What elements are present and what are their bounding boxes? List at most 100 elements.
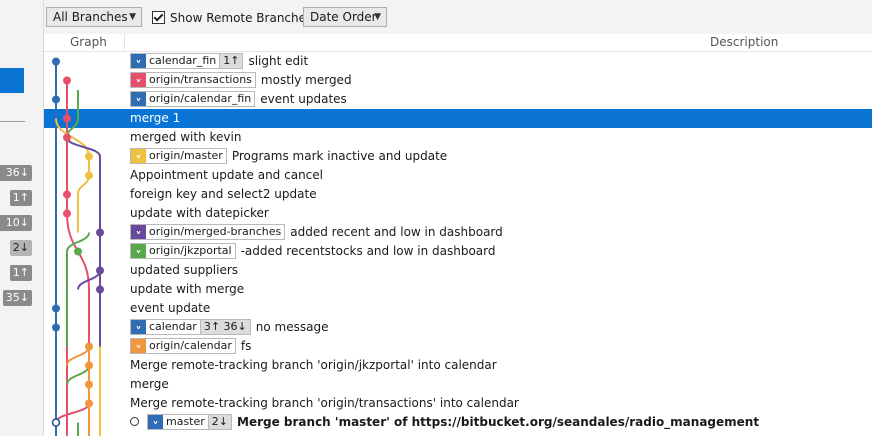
commit-message: foreign key and select2 update [130,187,317,201]
sidebar-badge[interactable]: 35↓ [2,290,32,306]
sidebar-badge[interactable]: 1↑ [9,190,32,206]
branch-label[interactable]: ᵥ origin/merged-branches [130,224,286,240]
order-dropdown[interactable]: Date Order ▼ [303,7,387,27]
commit-description: merge [130,375,169,394]
branch-name: origin/calendar [146,339,235,353]
branch-label[interactable]: ᵥ origin/calendar [130,338,236,354]
chevron-down-icon: ▼ [374,12,381,22]
commit-description: merged with kevin [130,128,241,147]
commit-row[interactable]: Appointment update and cancel [44,166,872,185]
branch-name: origin/jkzportal [146,244,235,258]
column-divider[interactable] [124,34,125,51]
log-toolbar: All Branches ▼ Show Remote Branches Date… [44,0,872,35]
branch-icon: ᵥ [148,415,163,429]
sidebar-badge[interactable]: 2↓ [9,240,32,256]
column-header: Graph Description [44,34,872,52]
commit-row[interactable]: merge 1 [44,109,872,128]
commit-description: updated suppliers [130,261,238,280]
commit-description: update with datepicker [130,204,269,223]
commit-description: ᵥ origin/transactions mostly merged [130,71,352,90]
show-remote-branches-label: Show Remote Branches [170,11,313,25]
branch-name: origin/transactions [146,73,255,87]
commit-row[interactable]: foreign key and select2 update [44,185,872,204]
commit-description: event update [130,299,210,318]
commit-row[interactable]: ᵥ master 2↓ Merge branch 'master' of https:… [44,413,872,432]
branch-label[interactable]: ᵥ origin/calendar_fin [130,91,256,107]
commit-message: event updates [260,92,347,106]
branch-label[interactable]: ᵥ origin/master [130,148,227,164]
checkbox-checked-icon[interactable] [152,11,165,24]
branch-label[interactable]: ᵥ origin/transactions [130,72,256,88]
ahead-behind-count: 2↓ [207,415,232,429]
branch-name: origin/calendar_fin [146,92,255,106]
commit-row[interactable]: event update [44,299,872,318]
commit-description: foreign key and select2 update [130,185,317,204]
graph-column-header[interactable]: Graph [70,35,107,49]
chevron-down-icon: ▼ [129,12,136,22]
commit-description: ᵥ origin/jkzportal -added recentstocks and… [130,242,496,261]
commit-row[interactable]: ᵥ origin/calendar fs [44,337,872,356]
branch-label[interactable]: ᵥ master 2↓ [147,414,233,430]
commit-message: Appointment update and cancel [130,168,323,182]
branch-icon: ᵥ [131,244,146,258]
commit-row[interactable]: ᵥ calendar_fin 1↑ slight edit [44,52,872,71]
branch-name: calendar_fin [146,54,220,68]
commit-description: ᵥ calendar 3↑ 36↓ no message [130,318,328,337]
branch-icon: ᵥ [131,320,146,334]
commit-row[interactable]: ᵥ calendar 3↑ 36↓ no message [44,318,872,337]
commit-row[interactable]: ᵥ origin/transactions mostly merged [44,71,872,90]
commit-row[interactable]: ᵥ origin/jkzportal -added recentstocks and… [44,242,872,261]
branch-icon: ᵥ [131,149,146,163]
commit-description: ᵥ origin/calendar fs [130,337,251,356]
sidebar-badge[interactable]: 1↑ 10↓ [0,215,32,231]
branch-name: origin/master [146,149,226,163]
sidebar-badge[interactable]: 1↑ 36↓ [0,165,32,181]
commit-row[interactable]: Merge remote-tracking branch 'origin/tra… [44,394,872,413]
ahead-behind-count: 1↑ [219,54,243,68]
branch-label[interactable]: ᵥ calendar_fin 1↑ [130,53,244,69]
commit-message: event update [130,301,211,315]
commit-row[interactable]: update with datepicker [44,204,872,223]
head-indicator-icon [130,417,139,426]
commit-description: update with merge [130,280,244,299]
branch-name: calendar [146,320,200,334]
commit-description: Appointment update and cancel [130,166,323,185]
commit-row[interactable]: ᵥ origin/calendar_fin event updates [44,90,872,109]
branch-name: origin/merged-branches [146,225,285,239]
branch-label[interactable]: ᵥ calendar 3↑ 36↓ [130,319,251,335]
branches-filter-value: All Branches [53,10,128,24]
commit-row[interactable]: Merge remote-tracking branch 'origin/jkz… [44,356,872,375]
commit-description: ᵥ calendar_fin 1↑ slight edit [130,52,308,71]
branch-label[interactable]: ᵥ origin/jkzportal [130,243,236,259]
sidebar-selected-item[interactable] [0,68,24,93]
commit-description: ᵥ origin/merged-branches added recent and … [130,223,503,242]
commit-row[interactable]: ᵥ origin/merged-branches added recent and … [44,223,872,242]
commit-message: merged with kevin [130,130,242,144]
commit-message: added recent and low in dashboard [290,225,503,239]
commit-description: ᵥ origin/master Programs mark inactive and… [130,147,447,166]
branches-filter-dropdown[interactable]: All Branches ▼ [46,7,142,27]
commit-row[interactable]: merged with kevin [44,128,872,147]
commit-row[interactable]: merge [44,375,872,394]
show-remote-branches-checkbox[interactable]: Show Remote Branches [152,10,312,26]
commit-message: Merge branch 'master' of https://bitbuck… [237,415,760,429]
description-column-header[interactable]: Description [710,35,778,49]
commit-description: ᵥ origin/calendar_fin event updates [130,90,347,109]
commit-row[interactable]: updated suppliers [44,261,872,280]
commit-row[interactable]: ᵥ origin/master Programs mark inactive and… [44,147,872,166]
commit-message: -added recentstocks and low in dashboard [240,244,496,258]
branch-name: master [163,415,208,429]
commit-message: mostly merged [260,73,352,87]
commit-message: update with merge [130,282,245,296]
sidebar-badge[interactable]: 1↑ [9,265,32,281]
commit-description: Merge remote-tracking branch 'origin/jkz… [130,356,497,375]
branch-icon: ᵥ [131,339,146,353]
commit-message: updated suppliers [130,263,239,277]
branch-icon: ᵥ [131,54,146,68]
commit-message: merge [130,377,169,391]
commit-row[interactable]: update with merge [44,280,872,299]
commit-description: merge 1 [130,109,180,128]
branch-icon: ᵥ [131,73,146,87]
commit-message: slight edit [248,54,309,68]
order-value: Date Order [310,10,377,24]
